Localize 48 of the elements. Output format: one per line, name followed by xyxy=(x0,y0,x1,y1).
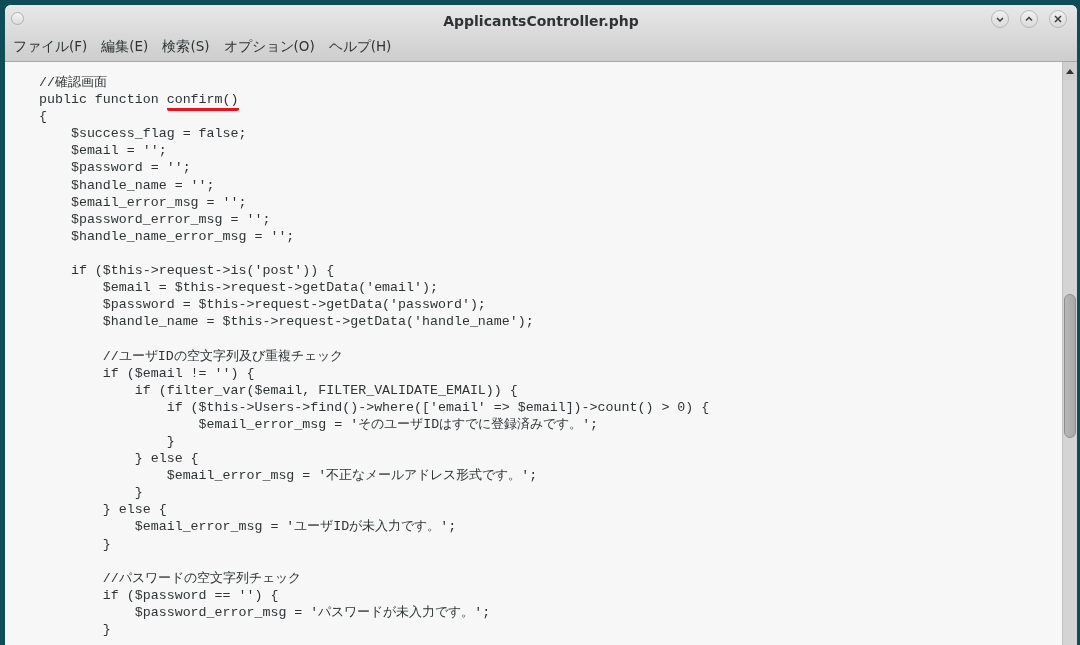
code-line: } xyxy=(101,621,112,639)
window-title: ApplicantsController.php xyxy=(443,13,639,29)
code-line: $email_error_msg = 'そのユーザIDはすでに登録済みです。'; xyxy=(197,415,600,433)
menu-item[interactable]: ファイル(F) xyxy=(7,36,94,58)
code-line: $email_error_msg = ''; xyxy=(69,193,248,211)
menu-item[interactable]: 編集(E) xyxy=(95,36,155,58)
code-line: $email = $this->request->getData('email'); xyxy=(101,279,439,297)
code-line: $email_error_msg = 'ユーザIDが未入力です。'; xyxy=(133,518,458,536)
chevron-down-icon xyxy=(995,14,1005,24)
code-line: $password_error_msg = 'パスワードが未入力です。'; xyxy=(133,603,492,621)
scrollbar-thumb[interactable] xyxy=(1064,294,1076,438)
close-icon xyxy=(1053,14,1063,24)
code-line: $handle_name_error_msg = ''; xyxy=(69,227,296,245)
code-line: $success_flag = false; xyxy=(69,125,248,143)
menu-item[interactable]: ヘルプ(H) xyxy=(322,36,398,58)
scroll-up-button[interactable] xyxy=(1063,62,1077,80)
code-line: if ($email != '') { xyxy=(101,364,256,382)
code-line: //確認画面 xyxy=(39,74,108,92)
maximize-button[interactable] xyxy=(1020,10,1038,28)
code-line: } xyxy=(133,484,144,502)
scrollbar[interactable] xyxy=(1062,62,1077,645)
code-line: { xyxy=(39,108,48,126)
code-line: //パスワードの空文字列チェック xyxy=(101,569,302,587)
code-line: if ($password == '') { xyxy=(101,586,280,604)
chevron-up-icon xyxy=(1024,14,1034,24)
code-line: $email_error_msg = '不正なメールアドレス形式です。'; xyxy=(165,467,539,485)
code-line: } xyxy=(165,432,176,451)
underline-mark: confirm() xyxy=(166,92,239,112)
window-icon xyxy=(11,12,24,25)
minimize-button[interactable] xyxy=(991,10,1009,28)
close-button[interactable] xyxy=(1049,10,1067,28)
code-line: if (filter_var($email, FILTER_VALIDATE_EMAIL)) { xyxy=(133,381,519,399)
code-line: $password_error_msg = ''; xyxy=(69,210,272,228)
code-line: } else { xyxy=(101,501,168,519)
code-line: $password = $this->request->getData('password'); xyxy=(101,296,487,314)
triangle-up-icon xyxy=(1066,68,1074,74)
code-line: public function confirm() xyxy=(39,91,1062,109)
menu-item[interactable]: 検索(S) xyxy=(156,36,216,58)
code-line: $password = ''; xyxy=(69,159,192,177)
code-line: $handle_name = ''; xyxy=(69,176,216,194)
code-line: //ユーザIDの空文字列及び重複チェック xyxy=(101,347,344,365)
code-line: $email = ''; xyxy=(69,142,168,160)
menu-item[interactable]: オプション(O) xyxy=(217,36,321,58)
code-line: if ($this->request->is('post')) { xyxy=(69,262,336,280)
code-line: $handle_name = $this->request->getData('handle_name'); xyxy=(101,313,535,331)
code-line: } xyxy=(101,535,112,553)
code-line: } else { xyxy=(133,450,200,468)
code-line: if ($this->Users->find()->where(['email' => $email])->count() > 0) { xyxy=(165,398,711,416)
